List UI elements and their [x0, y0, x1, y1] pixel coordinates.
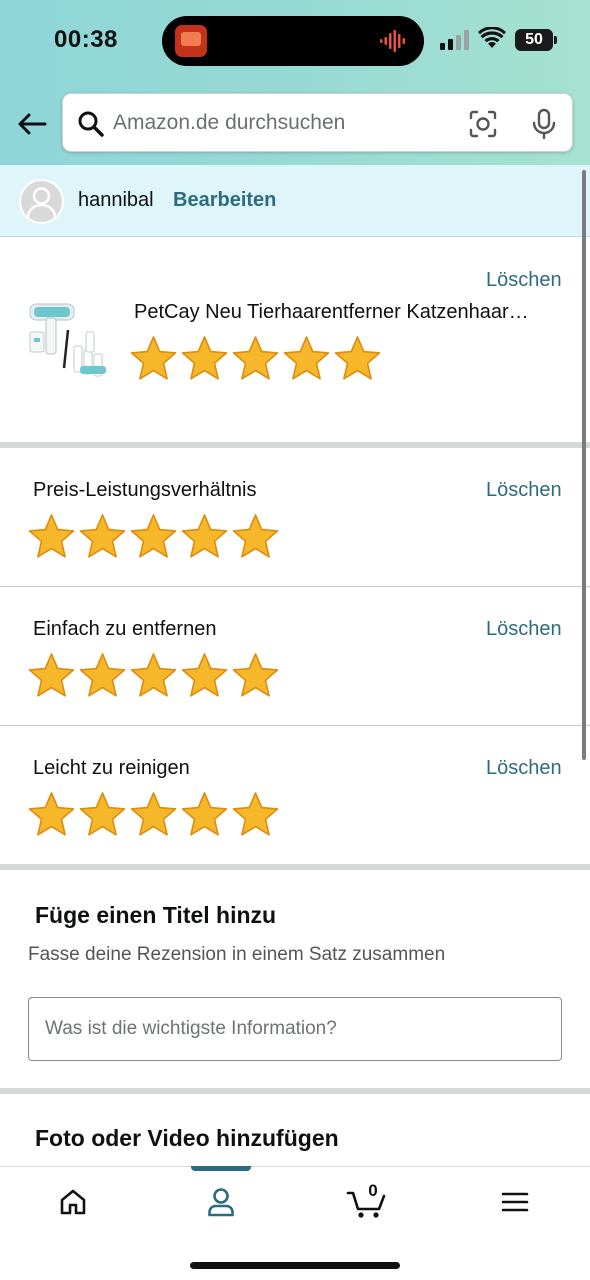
- back-button[interactable]: [14, 106, 50, 142]
- star-icon[interactable]: [332, 334, 383, 384]
- rating-stars[interactable]: [26, 790, 281, 840]
- app-icon: [175, 25, 207, 57]
- home-indicator: [190, 1262, 400, 1269]
- title-hint: Fasse deine Rezension in einem Satz zusa…: [28, 944, 446, 965]
- product-image: [29, 303, 106, 377]
- cart-count: 0: [368, 1181, 378, 1200]
- avatar: [19, 179, 64, 224]
- user-bar: hannibal Bearbeiten: [0, 165, 590, 237]
- nav-home[interactable]: [33, 1167, 113, 1237]
- battery-icon: 50: [515, 29, 553, 51]
- status-time: 00:38: [54, 26, 118, 53]
- account-icon: [208, 1188, 234, 1217]
- microphone-icon[interactable]: [531, 108, 557, 140]
- star-icon[interactable]: [77, 651, 128, 701]
- nav-cart[interactable]: 0: [327, 1167, 407, 1237]
- rating-stars[interactable]: [26, 651, 281, 701]
- title-heading: Füge einen Titel hinzu: [35, 902, 277, 928]
- star-icon[interactable]: [230, 512, 281, 562]
- battery-level: 50: [525, 31, 543, 48]
- nav-account[interactable]: [181, 1167, 261, 1237]
- wifi-icon: [478, 27, 506, 48]
- delete-product-rating-link[interactable]: Löschen: [486, 269, 562, 292]
- star-icon[interactable]: [179, 512, 230, 562]
- star-icon[interactable]: [26, 651, 77, 701]
- star-icon[interactable]: [179, 334, 230, 384]
- rating-label: Einfach zu entfernen: [33, 618, 217, 640]
- delete-rating-link[interactable]: Löschen: [486, 479, 562, 502]
- rating-row: Einfach zu entfernen Löschen: [0, 587, 590, 726]
- star-icon[interactable]: [128, 334, 179, 384]
- star-icon[interactable]: [128, 651, 179, 701]
- rating-label: Preis-Leistungsverhältnis: [33, 479, 257, 501]
- dynamic-island: [162, 16, 424, 66]
- search-bar[interactable]: [62, 93, 573, 152]
- review-title-input[interactable]: [28, 997, 562, 1061]
- star-icon[interactable]: [179, 790, 230, 840]
- star-icon[interactable]: [230, 790, 281, 840]
- star-icon[interactable]: [128, 790, 179, 840]
- star-icon[interactable]: [128, 512, 179, 562]
- rating-row: Preis-Leistungsverhältnis Löschen: [0, 448, 590, 587]
- audio-wave-icon: [380, 30, 405, 52]
- star-icon[interactable]: [230, 651, 281, 701]
- back-arrow-icon: [18, 113, 47, 135]
- product-section: Löschen PetCay Neu Tierhaarentferner Kat…: [0, 238, 590, 442]
- product-title: PetCay Neu Tierhaarentferner Katzenhaare…: [134, 301, 534, 323]
- rating-label: Leicht zu reinigen: [33, 757, 190, 779]
- edit-profile-link[interactable]: Bearbeiten: [173, 189, 276, 212]
- camera-scan-icon[interactable]: [468, 109, 498, 139]
- cellular-signal-icon: [440, 30, 469, 50]
- rating-stars[interactable]: [26, 512, 281, 562]
- username: hannibal: [78, 189, 154, 211]
- star-icon[interactable]: [26, 512, 77, 562]
- photo-section: Foto oder Video hinzufügen: [0, 1094, 590, 1166]
- nav-menu[interactable]: [475, 1167, 555, 1237]
- user-avatar-icon: [26, 187, 57, 218]
- home-icon: [60, 1189, 86, 1215]
- rating-row: Leicht zu reinigen Löschen: [0, 726, 590, 865]
- battery-cap: [554, 36, 557, 44]
- star-icon[interactable]: [281, 334, 332, 384]
- star-icon[interactable]: [77, 512, 128, 562]
- star-icon[interactable]: [230, 334, 281, 384]
- product-star-rating[interactable]: [128, 334, 383, 384]
- menu-icon: [501, 1192, 529, 1212]
- status-bar: 00:38 50: [0, 0, 590, 80]
- photo-heading: Foto oder Video hinzufügen: [35, 1125, 339, 1151]
- scrollbar[interactable]: [582, 170, 586, 760]
- star-icon[interactable]: [77, 790, 128, 840]
- star-icon[interactable]: [26, 790, 77, 840]
- search-icon: [78, 111, 104, 137]
- title-section: Füge einen Titel hinzu Fasse deine Rezen…: [0, 870, 590, 1088]
- search-input[interactable]: [113, 106, 453, 140]
- delete-rating-link[interactable]: Löschen: [486, 618, 562, 641]
- star-icon[interactable]: [179, 651, 230, 701]
- delete-rating-link[interactable]: Löschen: [486, 757, 562, 780]
